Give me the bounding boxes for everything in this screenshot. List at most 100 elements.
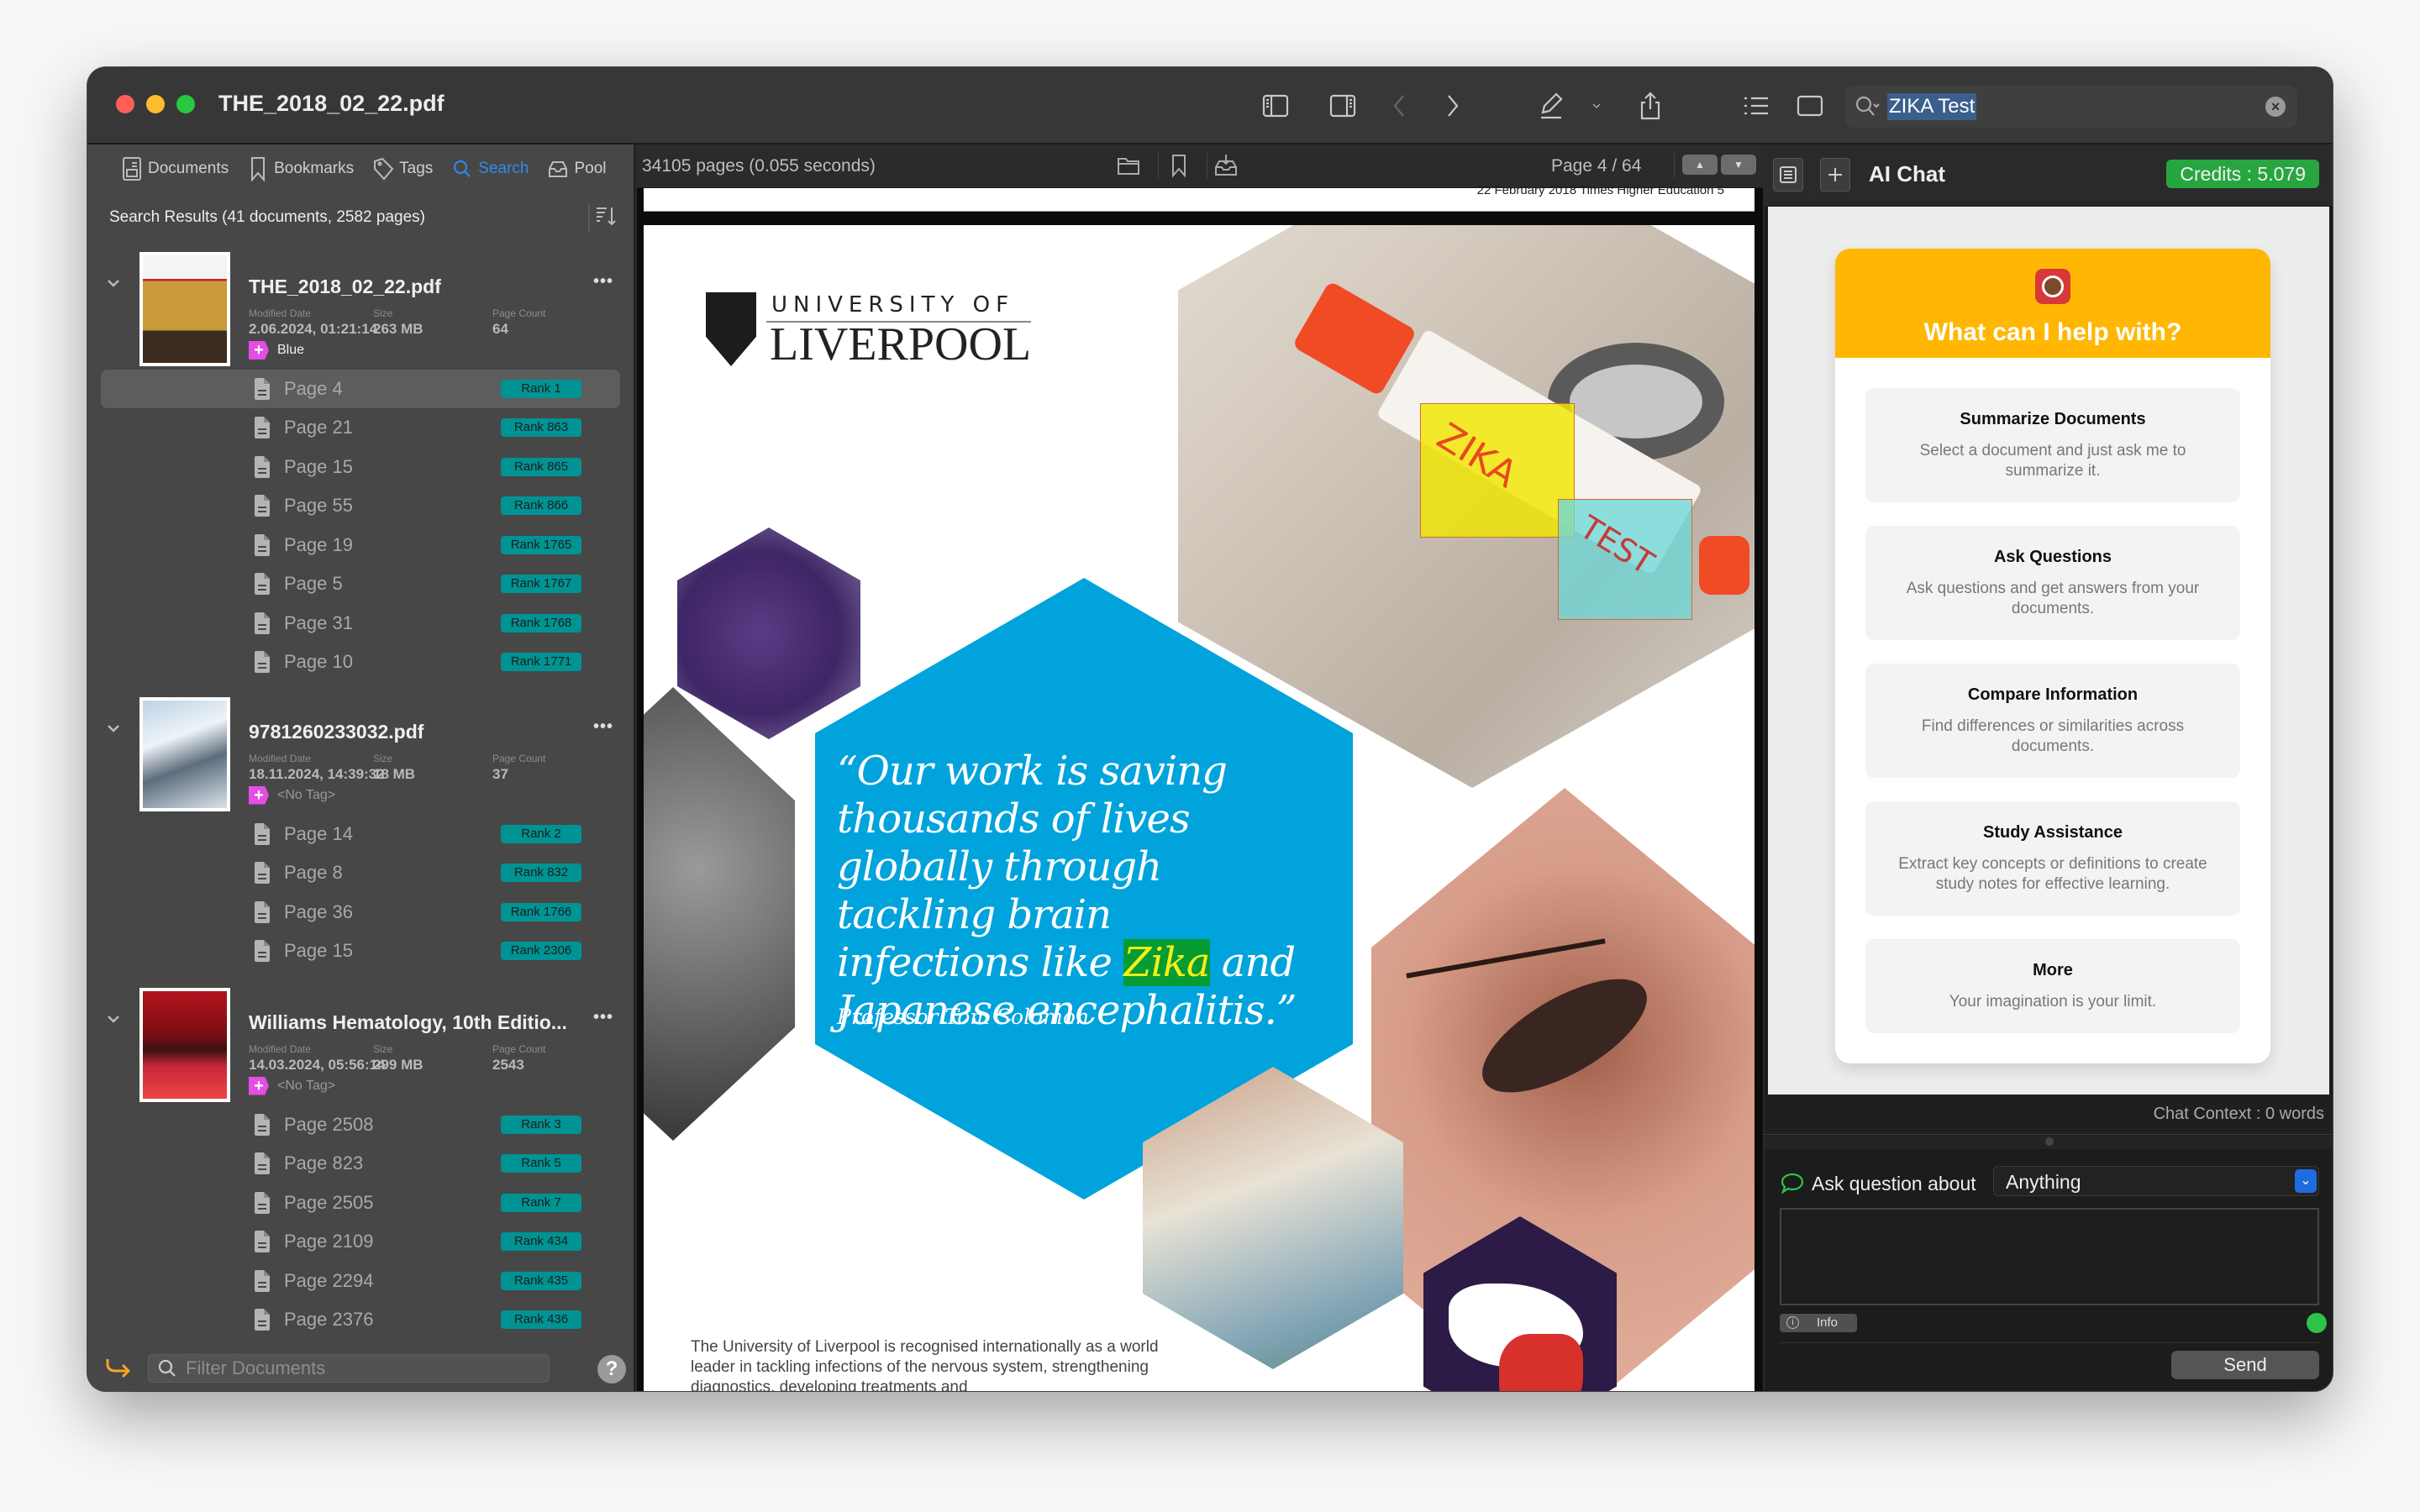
page-document-icon	[254, 940, 271, 962]
rank-badge: Rank 5	[501, 1154, 581, 1173]
save-to-pool-icon[interactable]	[1213, 153, 1240, 180]
page-document-icon	[254, 1113, 271, 1136]
page-result-row[interactable]: Page 15 Rank 2306	[87, 932, 634, 971]
more-options-icon[interactable]: •••	[593, 717, 613, 737]
ask-scope-select[interactable]: Anything ⌄	[1993, 1166, 2319, 1196]
rank-badge: Rank 1767	[501, 575, 581, 594]
pdf-viewer: 34105 pages (0.055 seconds) Page 4 / 64 …	[637, 144, 1763, 1391]
chevron-down-icon[interactable]	[106, 721, 121, 736]
sort-button[interactable]	[588, 203, 617, 232]
list-icon[interactable]	[1739, 89, 1773, 123]
tab-pool[interactable]: Pool	[547, 156, 607, 181]
page-result-row[interactable]: Page 31 Rank 1768	[87, 604, 634, 643]
question-input[interactable]	[1780, 1208, 2319, 1305]
tab-documents[interactable]: Documents	[121, 156, 229, 181]
meta-label: Size	[373, 752, 393, 764]
page-result-row[interactable]: Page 10 Rank 1771	[87, 643, 634, 682]
splitter-handle[interactable]	[1765, 1136, 2333, 1149]
more-options-icon[interactable]: •••	[593, 272, 613, 291]
rank-badge: Rank 2306	[501, 942, 581, 961]
tab-search[interactable]: Search	[451, 156, 529, 181]
page-label: Page 14	[284, 822, 353, 844]
option-summarize[interactable]: Summarize Documents Select a document and…	[1865, 388, 2240, 502]
search-hit-highlight[interactable]: Zika	[1123, 939, 1211, 986]
previous-page-button[interactable]: ▲	[1682, 155, 1718, 175]
page-result-row[interactable]: Page 55 Rank 866	[87, 486, 634, 526]
page-result-row[interactable]: Page 5 Rank 1767	[87, 564, 634, 604]
sort-icon	[597, 207, 616, 226]
page-result-row[interactable]: Page 21 Rank 863	[87, 408, 634, 448]
page-result-row[interactable]: Page 8 Rank 832	[87, 853, 634, 893]
chevron-down-icon[interactable]	[106, 276, 121, 291]
search-field[interactable]: ZIKA Test ×	[1845, 86, 2297, 128]
document-header[interactable]: 9781260233032.pdf ••• Modified Date Size…	[87, 689, 634, 815]
page-document-icon	[254, 1152, 271, 1174]
return-arrow-icon[interactable]	[104, 1356, 133, 1381]
forward-chevron-icon[interactable]	[1435, 89, 1469, 123]
page-result-row[interactable]: Page 15 Rank 865	[87, 448, 634, 487]
page-result-row[interactable]: Page 2508 Rank 3	[87, 1105, 634, 1145]
page-result-row[interactable]: Page 4 Rank 1	[101, 370, 620, 408]
filter-documents-field[interactable]	[148, 1354, 550, 1383]
next-page-button[interactable]: ▼	[1721, 155, 1756, 175]
tab-tags[interactable]: Tags	[372, 156, 433, 181]
option-study[interactable]: Study Assistance Extract key concepts or …	[1865, 801, 2240, 916]
info-button[interactable]: i Info	[1780, 1314, 1857, 1332]
send-button[interactable]: Send	[2171, 1351, 2319, 1379]
highlighter-pen-icon[interactable]	[1534, 89, 1568, 123]
zoom-window-button[interactable]	[176, 95, 195, 113]
page-result-row[interactable]: Page 36 Rank 1766	[87, 893, 634, 932]
chat-history-button[interactable]	[1773, 158, 1803, 192]
document-header[interactable]: THE_2018_02_22.pdf ••• Modified Date Siz…	[87, 244, 634, 370]
new-chat-button[interactable]	[1820, 158, 1850, 192]
chat-context-bar: Chat Context : 0 words	[1765, 1095, 2333, 1135]
minimize-window-button[interactable]	[146, 95, 165, 113]
page-document-icon	[254, 822, 271, 845]
sidebar-left-icon[interactable]	[1259, 89, 1292, 123]
tab-bookmarks[interactable]: Bookmarks	[247, 156, 354, 181]
chevron-down-icon[interactable]	[106, 1011, 121, 1026]
search-query[interactable]: ZIKA Test	[1887, 93, 1977, 120]
page-result-row[interactable]: Page 2376 Rank 436	[87, 1300, 634, 1340]
page-result-row[interactable]: Page 2505 Rank 7	[87, 1184, 634, 1223]
status-indicator	[2307, 1313, 2327, 1333]
add-tag-button[interactable]: +	[249, 785, 269, 805]
clear-icon[interactable]: ×	[2265, 97, 2286, 117]
search-options-icon[interactable]	[1854, 94, 1884, 119]
option-more[interactable]: More Your imagination is your limit.	[1865, 939, 2240, 1033]
add-tag-button[interactable]: +	[249, 341, 269, 360]
page-result-row[interactable]: Page 2109 Rank 434	[87, 1222, 634, 1262]
ask-label: Ask question about	[1780, 1171, 1976, 1196]
meta-label: Page Count	[492, 307, 546, 319]
add-tag-button[interactable]: +	[249, 1076, 269, 1095]
page-result-row[interactable]: Page 2294 Rank 435	[87, 1262, 634, 1301]
sidebar-right-icon[interactable]	[1326, 89, 1360, 123]
option-ask-questions[interactable]: Ask Questions Ask questions and get answe…	[1865, 526, 2240, 640]
share-icon[interactable]	[1634, 89, 1667, 123]
back-chevron-icon[interactable]	[1383, 89, 1417, 123]
filter-documents-input[interactable]	[186, 1357, 522, 1379]
document-group: 9781260233032.pdf ••• Modified Date Size…	[87, 689, 634, 971]
single-page-icon[interactable]	[1793, 89, 1827, 123]
rank-badge: Rank 1768	[501, 613, 581, 633]
page-result-row[interactable]: Page 823 Rank 5	[87, 1144, 634, 1184]
rank-badge: Rank 832	[501, 864, 581, 883]
close-window-button[interactable]	[116, 95, 134, 113]
folder-icon[interactable]	[1116, 153, 1143, 180]
chevron-down-icon[interactable]	[1586, 89, 1607, 123]
help-button[interactable]: ?	[597, 1355, 626, 1383]
page-label: Page 21	[284, 417, 353, 438]
chevron-down-icon[interactable]: ⌄	[2295, 1169, 2317, 1193]
page-result-row[interactable]: Page 19 Rank 1765	[87, 526, 634, 565]
document-header[interactable]: Williams Hematology, 10th Editio... ••• …	[87, 979, 634, 1105]
tray-icon	[549, 161, 568, 177]
page-label: Page 2294	[284, 1269, 374, 1291]
page-result-row[interactable]: Page 14 Rank 2	[87, 815, 634, 854]
bookmark-icon[interactable]	[1166, 153, 1193, 180]
option-compare[interactable]: Compare Information Find differences or s…	[1865, 664, 2240, 778]
credits-badge[interactable]: Credits : 5.079	[2166, 160, 2319, 188]
page-count: 2543	[492, 1056, 524, 1073]
filter-bar: ?	[87, 1351, 634, 1391]
more-options-icon[interactable]: •••	[593, 1008, 613, 1027]
body-text: The University of Liverpool is recognise…	[691, 1338, 1159, 1391]
